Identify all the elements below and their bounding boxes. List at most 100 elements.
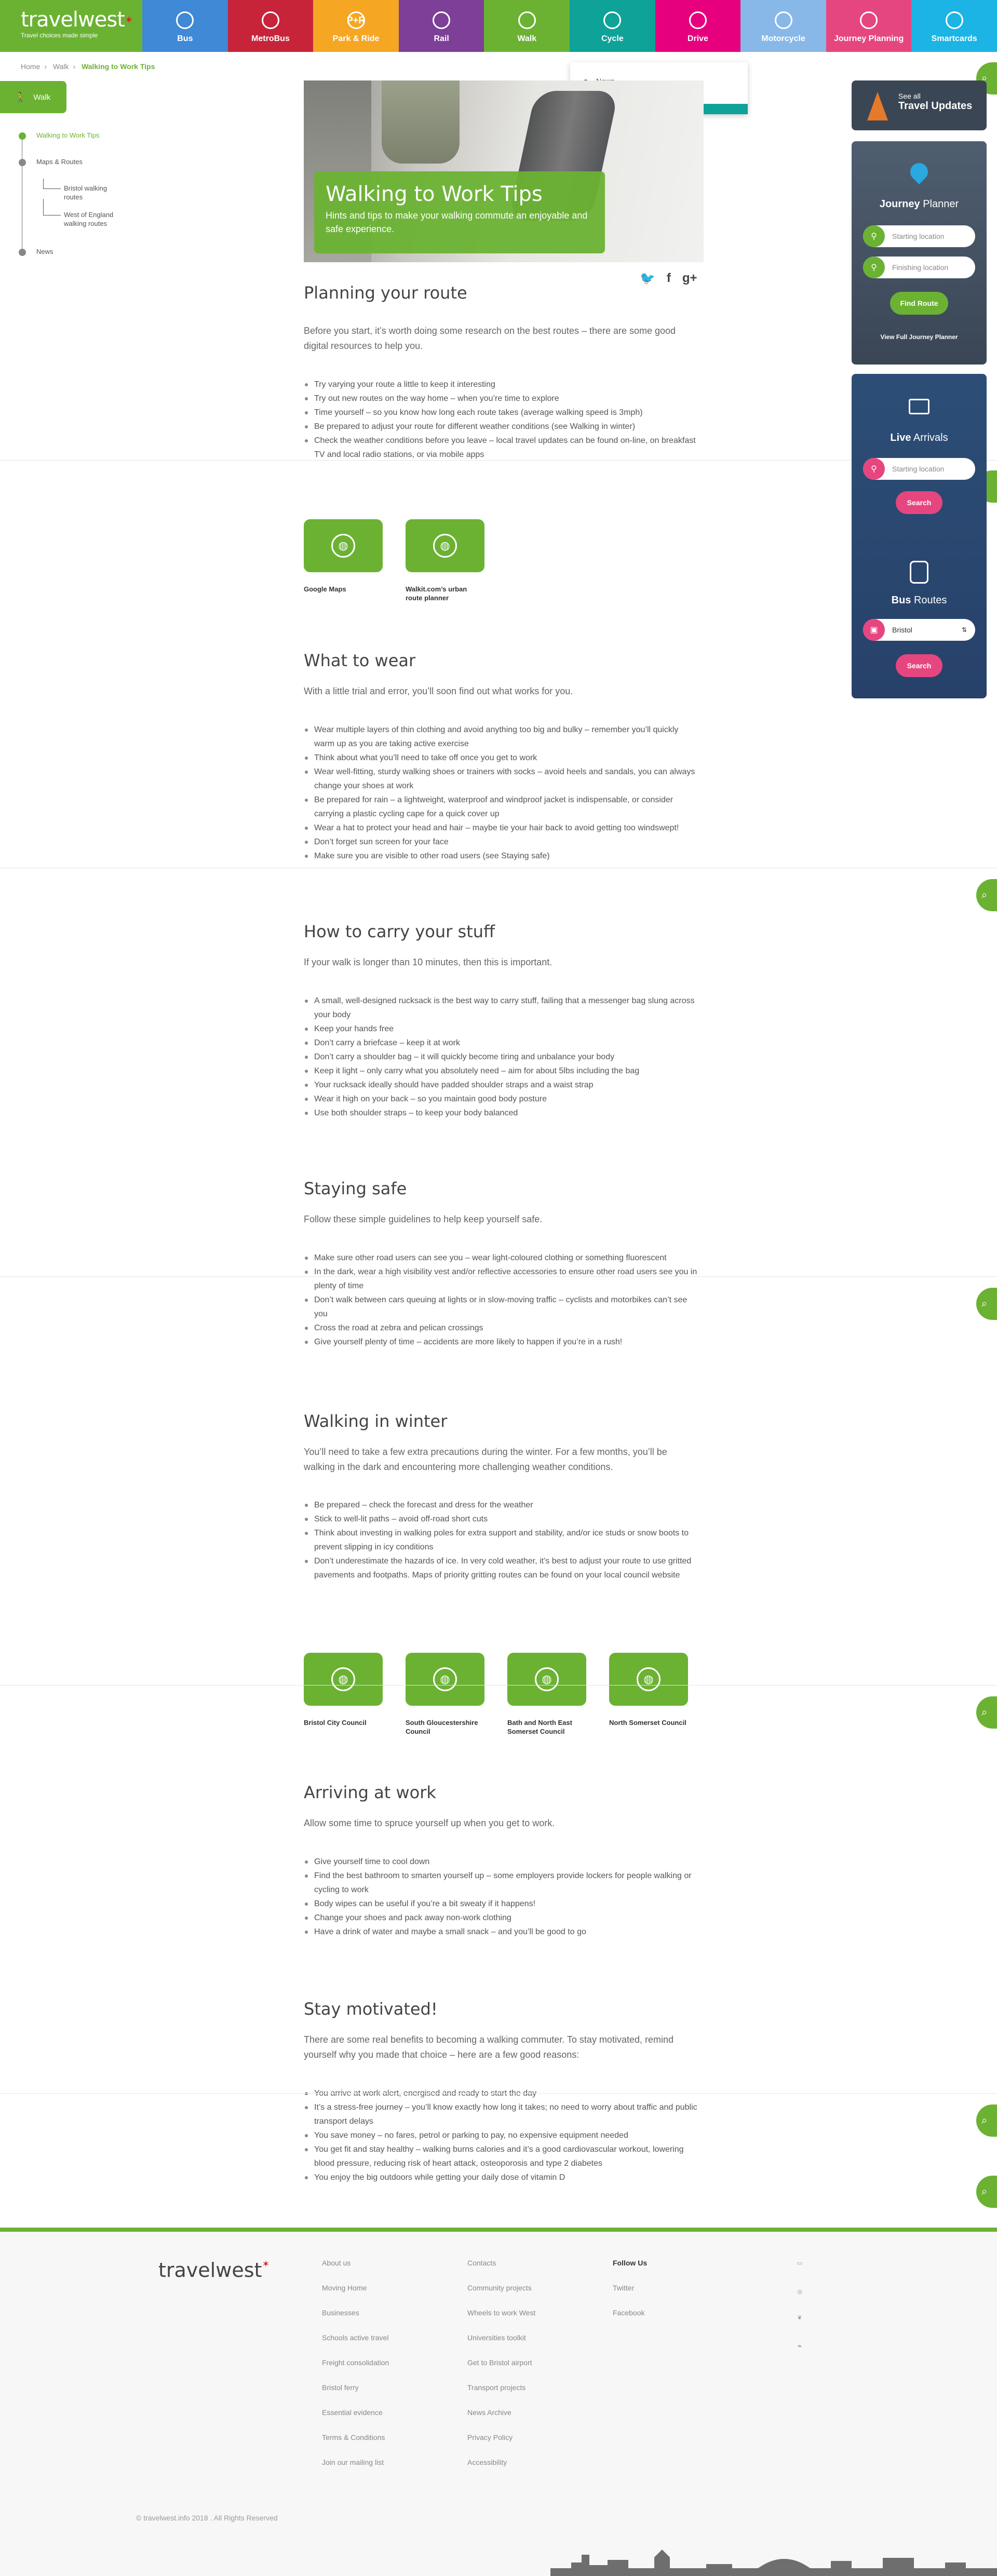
list-item: Time yourself – so you know how long eac… [304, 406, 698, 420]
footer-link[interactable]: About us [322, 2258, 457, 2268]
footer-link[interactable]: Bristol ferry [322, 2382, 457, 2393]
sidenav-item-maps-routes[interactable]: Maps & Routes [19, 157, 123, 166]
tagline: Travel choices made simple [21, 32, 98, 39]
quick-search-tab[interactable]: ⌕ [976, 879, 997, 911]
footer-link[interactable]: Businesses [322, 2308, 457, 2318]
footer-link[interactable]: News Archive [467, 2407, 602, 2418]
link-tile-box[interactable]: ◍ [406, 519, 484, 572]
quick-search-tab[interactable]: ⌕ [976, 1288, 997, 1320]
link-tile[interactable]: ◍ South Gloucestershire Council [406, 1653, 484, 1736]
view-full-planner-link[interactable]: View Full Journey Planner [852, 333, 987, 341]
footer-link[interactable]: Get to Bristol airport [467, 2357, 602, 2368]
footer-link[interactable]: Transport projects [467, 2382, 602, 2393]
link-tile[interactable]: ◍ North Somerset Council [609, 1653, 688, 1736]
footer-link[interactable]: Accessibility [467, 2457, 602, 2467]
list-item: Your rucksack ideally should have padded… [304, 1078, 698, 1092]
breadcrumb-separator: › [44, 62, 47, 71]
footer-link[interactable]: Moving Home [322, 2283, 457, 2293]
link-tile[interactable]: ◍ Walkit.com’s urban route planner [406, 519, 484, 602]
metrobus-icon [261, 11, 279, 29]
find-route-button[interactable]: Find Route [890, 292, 948, 315]
footer-link[interactable]: Universities toolkit [467, 2332, 602, 2343]
starting-location-input[interactable]: ⚲ Starting location [863, 225, 975, 247]
bus-routes-search-button[interactable]: Search [896, 654, 942, 677]
footer-logo[interactable]: travelwest✶ [158, 2259, 270, 2282]
footer-link[interactable]: Contacts [467, 2258, 602, 2268]
sidenav-item-walking-to-work[interactable]: Walking to Work Tips [19, 131, 99, 140]
nav-item-park-ride[interactable]: P+R Park & Ride [313, 0, 399, 52]
chevron-updown-icon: ⇅ [961, 626, 967, 633]
footer-link[interactable]: Wheels to work West [467, 2308, 602, 2318]
quick-search-tab[interactable]: ⌕ [976, 2105, 997, 2137]
link-tile-label[interactable]: North Somerset Council [609, 1718, 687, 1727]
nav-item-motorcycle[interactable]: Motorcycle [740, 0, 826, 52]
facebook-link[interactable]: Facebook [613, 2308, 748, 2318]
breadcrumb-home[interactable]: Home [21, 62, 40, 71]
nav-item-metrobus[interactable]: MetroBus [227, 0, 314, 52]
site-header: travelwest✶ Travel choices made simple B… [0, 0, 997, 52]
link-tile-box[interactable]: ◍ [304, 519, 383, 572]
nav-item-bus[interactable]: Bus [142, 0, 228, 52]
list-item: Give yourself plenty of time – accidents… [304, 1335, 698, 1349]
nav-item-drive[interactable]: Drive [655, 0, 741, 52]
link-tile-box[interactable]: ◍ [507, 1653, 586, 1706]
nav-item-journey-planning[interactable]: Journey Planning [826, 0, 912, 52]
arrivals-location-input[interactable]: ⚲ Starting location [863, 458, 975, 480]
section-list-arriving: Give yourself time to cool down Find the … [304, 1855, 698, 1939]
link-tile[interactable]: ◍ Google Maps [304, 519, 383, 602]
footer-link[interactable]: Terms & Conditions [322, 2432, 457, 2443]
list-item: Don’t walk between cars queuing at light… [304, 1293, 698, 1321]
globe-icon: ◍ [637, 1667, 661, 1691]
list-item: Be prepared – check the forecast and dre… [304, 1498, 698, 1512]
link-tile-label[interactable]: Walkit.com’s urban route planner [406, 585, 483, 602]
footer-link[interactable]: Community projects [467, 2283, 602, 2293]
breadcrumb-walk[interactable]: Walk [53, 62, 69, 71]
twitter-link[interactable]: Twitter [613, 2283, 748, 2293]
footer-link[interactable]: Join our mailing list [322, 2457, 457, 2467]
quick-search-tab[interactable]: ⌕ [976, 2176, 997, 2208]
logo-text: travelwest [21, 8, 125, 32]
footer-link[interactable]: Schools active travel [322, 2332, 457, 2343]
footer-link[interactable]: Essential evidence [322, 2407, 457, 2418]
finishing-location-input[interactable]: ⚲ Finishing location [863, 257, 975, 278]
link-tile[interactable]: ◍ Bath and North East Somerset Council [507, 1653, 586, 1736]
footer-col-2: Contacts Community projects Wheels to work… [467, 2258, 602, 2482]
nav-item-rail[interactable]: Rail [398, 0, 484, 52]
link-tile[interactable]: ◍ Bristol City Council [304, 1653, 383, 1736]
list-item: Think about what you’ll need to take off… [304, 751, 698, 765]
footer-link[interactable]: Freight consolidation [322, 2357, 457, 2368]
star-icon: ✶ [124, 14, 133, 26]
link-tile-label[interactable]: Bath and North East Somerset Council [507, 1718, 585, 1736]
list-item: You save money – no fares, petrol or par… [304, 2128, 698, 2142]
link-tile-box[interactable]: ◍ [406, 1653, 484, 1706]
section-list-wear: Wear multiple layers of thin clothing an… [304, 723, 698, 863]
travel-updates-widget[interactable]: See all Travel Updates [852, 80, 987, 130]
nav-item-cycle[interactable]: Cycle [570, 0, 655, 52]
follow-us-heading: Follow Us [613, 2259, 648, 2267]
link-tile-label[interactable]: Bristol City Council [304, 1718, 382, 1727]
section-intro-winter: You’ll need to take a few extra precauti… [304, 1447, 667, 1472]
sidenav-item-west-routes[interactable]: West of England walking routes [19, 199, 123, 228]
logo[interactable]: travelwest✶ Travel choices made simple [0, 0, 143, 52]
link-tile-label[interactable]: Google Maps [304, 585, 382, 594]
list-item: Give yourself time to cool down [304, 1855, 698, 1869]
quick-search-tab[interactable]: ⌕ [976, 1696, 997, 1729]
bus-routes-select[interactable]: ▣ Bristol ⇅ [863, 619, 975, 641]
section-list-motivated: You arrive at work alert, energised and … [304, 2086, 698, 2184]
footer-link[interactable]: Privacy Policy [467, 2432, 602, 2443]
link-tile-box[interactable]: ◍ [304, 1653, 383, 1706]
walk-icon: 🚶 [15, 91, 26, 102]
nav-label: Smartcards [931, 34, 977, 43]
walk-section-button[interactable]: 🚶 Walk [0, 81, 66, 113]
nav-item-smartcards[interactable]: Smartcards [911, 0, 997, 52]
link-tile-box[interactable]: ◍ [609, 1653, 688, 1706]
sidenav-item-news[interactable]: News [19, 247, 123, 256]
sidenav-item-bristol-routes[interactable]: Bristol walking routes [19, 179, 123, 201]
list-item: Stick to well-lit paths – avoid off-road… [304, 1512, 698, 1526]
section-intro-motivated: There are some real benefits to becoming… [304, 2034, 674, 2060]
section-title-planning: Planning your route [304, 283, 467, 303]
arrivals-search-button[interactable]: Search [896, 491, 942, 514]
link-tile-label[interactable]: South Gloucestershire Council [406, 1718, 483, 1736]
nav-item-walk[interactable]: Walk [484, 0, 570, 52]
location-icon [860, 11, 878, 29]
